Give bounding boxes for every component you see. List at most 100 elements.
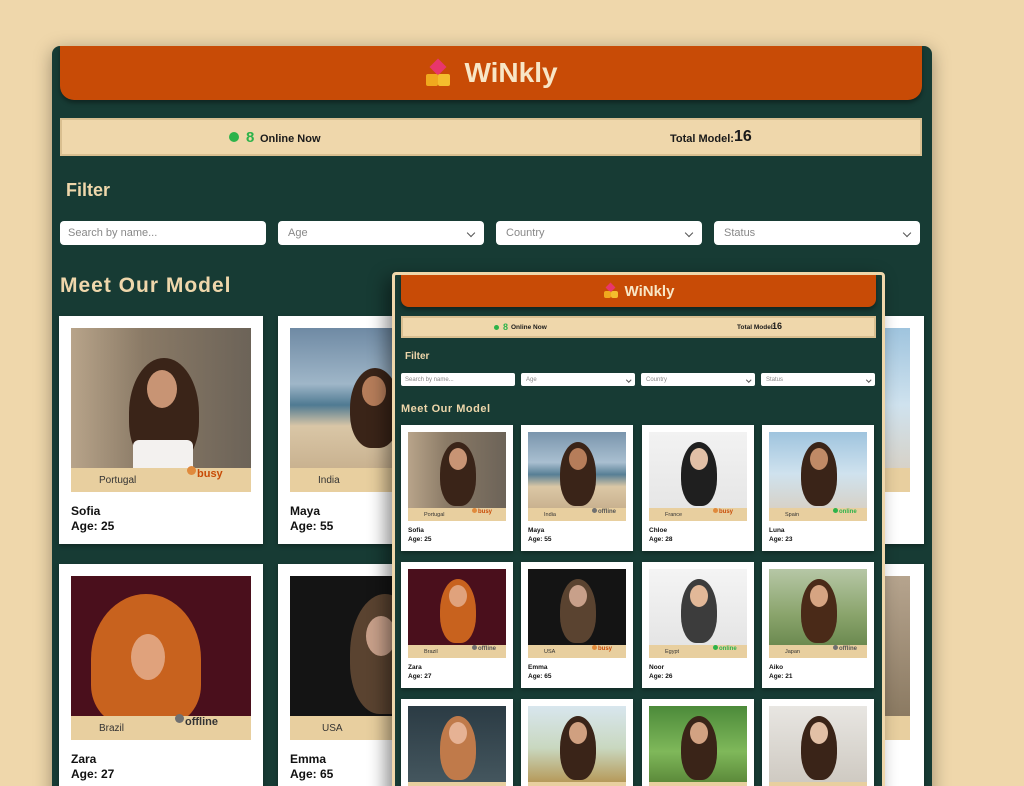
country-strip: Portugal busy	[71, 465, 251, 492]
model-photo	[649, 706, 747, 782]
status-badge: offline	[472, 644, 496, 652]
model-photo	[528, 706, 626, 782]
model-name: Sofia	[408, 527, 424, 534]
total-label: Total Model:	[670, 133, 734, 145]
model-photo	[649, 569, 747, 645]
model-card[interactable]: India offline Maya Age: 55	[521, 425, 633, 551]
model-card[interactable]: Egypt	[642, 699, 754, 786]
chevron-down-icon	[865, 377, 871, 382]
status-badge: offline	[592, 507, 616, 515]
model-photo	[408, 432, 506, 508]
model-age: Age: 55	[528, 536, 552, 543]
section-title: Meet Our Model	[401, 403, 491, 415]
model-card[interactable]: France busy Chloe Age: 28	[642, 425, 754, 551]
online-count: 8	[246, 129, 255, 146]
model-card[interactable]: Brazil offline Zara Age: 27	[401, 562, 513, 688]
filter-title: Filter	[405, 351, 430, 362]
country-strip: Japan	[408, 782, 506, 786]
model-name: Emma	[528, 664, 548, 671]
filter-title: Filter	[66, 180, 111, 200]
country-strip: Egypt	[649, 782, 747, 786]
section-title: Meet Our Model	[60, 274, 232, 297]
country-strip: Japan offline	[769, 644, 867, 658]
model-card[interactable]: Spain online Luna Age: 23	[762, 425, 874, 551]
model-photo	[769, 432, 867, 508]
country-label: Brazil	[424, 648, 438, 655]
model-card[interactable]: Japan offline Aiko Age: 21	[762, 562, 874, 688]
status-badge: offline	[175, 713, 218, 728]
search-input[interactable]: Search by name...	[60, 221, 266, 245]
status-select[interactable]: Status	[761, 373, 875, 386]
model-name: Maya	[290, 504, 321, 518]
model-card-partial[interactable]	[884, 316, 924, 544]
app-header: WiNkly	[401, 275, 876, 307]
model-name: Maya	[528, 527, 545, 534]
total-count: 16	[734, 128, 752, 145]
country-strip: USA busy	[528, 644, 626, 658]
model-age: Age: 25	[408, 536, 432, 543]
age-select[interactable]: Age	[278, 221, 484, 245]
country-select[interactable]: Country	[641, 373, 755, 386]
model-card[interactable]: Egypt online Noor Age: 26	[642, 562, 754, 688]
model-card[interactable]: USA	[762, 699, 874, 786]
model-age: Age: 65	[290, 767, 334, 781]
country-select[interactable]: Country	[496, 221, 702, 245]
model-card[interactable]: Brazil offline Zara Age: 27	[59, 564, 263, 786]
status-dot-icon	[175, 713, 184, 723]
model-photo	[649, 432, 747, 508]
model-card-partial[interactable]	[884, 564, 924, 786]
status-dot-icon	[833, 644, 838, 650]
model-card[interactable]: Portugal busy Sofia Age: 25	[401, 425, 513, 551]
country-label: India	[318, 474, 340, 486]
chevron-down-icon	[625, 377, 631, 382]
status-dot-icon	[472, 507, 477, 513]
model-age: Age: 55	[290, 519, 334, 533]
status-badge: busy	[472, 507, 492, 515]
brand-title: WiNkly	[464, 57, 558, 88]
country-strip: France busy	[649, 507, 747, 521]
model-name: Aiko	[769, 664, 784, 671]
model-photo	[528, 432, 626, 508]
model-card[interactable]: Nepal	[521, 699, 633, 786]
model-age: Age: 26	[649, 673, 673, 680]
status-badge: busy	[187, 465, 223, 480]
total-label: Total Model:	[737, 324, 775, 331]
model-name: Chloe	[649, 527, 668, 534]
status-select[interactable]: Status	[714, 221, 920, 245]
country-label: Egypt	[665, 648, 680, 655]
model-name: Emma	[290, 752, 327, 766]
chevron-down-icon	[745, 377, 751, 382]
brand-title: WiNkly	[624, 282, 675, 300]
status-dot-icon	[592, 507, 597, 513]
model-card[interactable]: Portugal busy Sofia Age: 25	[59, 316, 263, 544]
model-card[interactable]: USA busy Emma Age: 65	[521, 562, 633, 688]
model-name: Sofia	[71, 504, 101, 518]
chevron-down-icon	[902, 228, 912, 238]
country-strip: Spain online	[769, 507, 867, 521]
age-select[interactable]: Age	[521, 373, 635, 386]
model-name: Zara	[71, 752, 97, 766]
model-photo	[71, 328, 251, 468]
country-strip	[884, 468, 910, 492]
country-label: Spain	[785, 511, 800, 518]
status-dot-icon	[592, 644, 597, 650]
model-photo	[71, 576, 251, 716]
country-label: India	[544, 511, 556, 518]
stats-bar: 8 Online Now Total Model: 16	[401, 316, 876, 338]
app-header: WiNkly	[60, 46, 922, 100]
status-badge: offline	[833, 644, 857, 652]
model-photo	[408, 706, 506, 782]
model-photo	[884, 328, 910, 468]
status-badge: online	[713, 644, 737, 652]
online-dot-icon	[494, 325, 499, 330]
model-card[interactable]: Japan	[401, 699, 513, 786]
online-dot-icon	[229, 132, 239, 142]
status-badge: online	[833, 507, 857, 515]
status-dot-icon	[713, 644, 718, 650]
country-strip: USA	[769, 782, 867, 786]
search-input[interactable]: Search by name...	[401, 373, 515, 386]
model-name: Zara	[408, 664, 422, 671]
online-count: 8	[503, 322, 509, 332]
model-age: Age: 27	[71, 767, 115, 781]
status-dot-icon	[713, 507, 718, 513]
